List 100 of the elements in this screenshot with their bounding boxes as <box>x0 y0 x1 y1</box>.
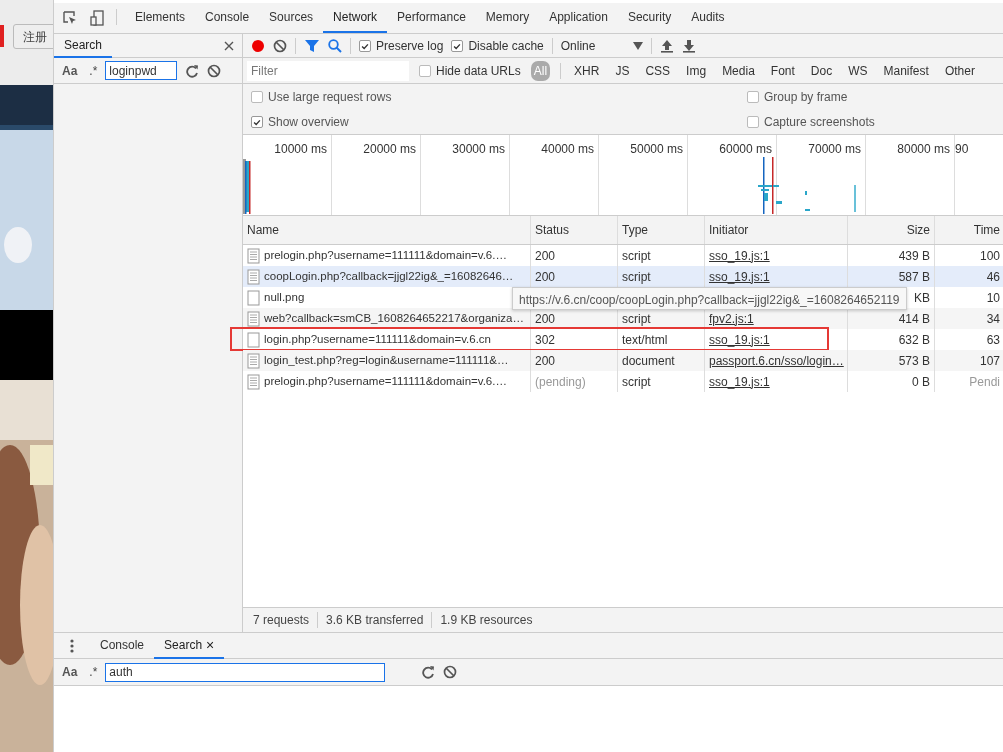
panel-tab[interactable]: Console <box>195 3 260 33</box>
type-filter[interactable]: CSS <box>642 60 674 81</box>
type-filter[interactable]: Font <box>767 60 798 81</box>
type-filter[interactable]: Img <box>683 60 710 81</box>
search-icon[interactable] <box>328 38 342 53</box>
column-header[interactable]: Name <box>243 216 531 244</box>
tab-close-button[interactable]: × <box>206 631 215 659</box>
summary-text: 1.9 KB resources <box>440 612 533 629</box>
throttling-value: Online <box>560 37 596 55</box>
filter-icon[interactable] <box>304 38 320 53</box>
checkbox[interactable] <box>251 115 263 128</box>
request-type: script <box>622 373 651 391</box>
brand-marker <box>0 25 4 47</box>
panel-tab[interactable]: Performance <box>387 3 476 33</box>
initiator-link[interactable]: sso_19.js:1 <box>709 246 770 265</box>
request-size: 0 B <box>912 373 930 391</box>
file-icon <box>247 289 260 306</box>
initiator-link[interactable]: fpv2.js:1 <box>709 309 754 328</box>
summary-text: 7 requests <box>253 612 310 629</box>
panel-tab[interactable]: Memory <box>475 3 540 33</box>
clear-icon[interactable] <box>273 38 287 53</box>
checkbox[interactable] <box>359 39 371 52</box>
checkbox[interactable] <box>747 115 759 128</box>
request-name[interactable]: web?callback=smCB_1608264652217&organiza… <box>264 309 524 328</box>
url-tooltip: https://v.6.cn/coop/coopLogin.php?callback=jjgl22ig&_=1608264652119 <box>512 287 907 310</box>
initiator-link[interactable]: sso_19.js:1 <box>709 330 770 349</box>
request-time: 34 <box>986 310 1000 328</box>
initiator-link[interactable]: sso_19.js:1 <box>709 372 770 391</box>
request-time: 10 <box>986 289 1000 307</box>
request-status: (pending) <box>535 373 586 391</box>
type-filter[interactable]: XHR <box>571 60 603 81</box>
request-name[interactable]: login.php?username=111111&domain=v.6.cn <box>264 330 491 349</box>
panel-tab[interactable]: Security <box>617 3 682 33</box>
search-input[interactable]: loginpwd <box>105 61 178 80</box>
refresh-icon[interactable] <box>185 63 200 78</box>
panel-tab[interactable]: Application <box>539 3 618 33</box>
request-name[interactable]: prelogin.php?username=111111&domain=v.6.… <box>264 246 507 265</box>
request-size: KB <box>914 289 930 307</box>
panel-tab[interactable]: Elements <box>125 3 196 33</box>
request-name[interactable]: login_test.php?reg=login&username=111111&… <box>264 351 509 370</box>
record-icon[interactable] <box>251 38 265 53</box>
checkbox-label: Capture screenshots <box>764 113 875 131</box>
column-header[interactable]: Status <box>531 216 618 244</box>
column-header[interactable]: Time <box>935 216 1003 244</box>
match-case-toggle[interactable]: Aa <box>62 663 78 681</box>
checkbox-label: Disable cache <box>468 37 544 55</box>
request-name[interactable]: prelogin.php?username=111111&domain=v.6.… <box>264 372 507 391</box>
tab-label[interactable]: Search <box>164 631 203 659</box>
type-filter[interactable]: Other <box>941 60 978 81</box>
request-time: 107 <box>979 352 1000 370</box>
type-filter[interactable]: JS <box>612 60 633 81</box>
regex-toggle[interactable]: .* <box>89 61 98 80</box>
upload-icon[interactable] <box>659 38 674 53</box>
type-filter[interactable]: WS <box>845 60 871 81</box>
initiator-link[interactable]: passport.6.cn/sso/login… <box>709 351 844 370</box>
panel-tab[interactable]: Sources <box>259 3 324 33</box>
request-status: 200 <box>535 268 556 286</box>
refresh-icon[interactable] <box>421 665 436 679</box>
column-header[interactable]: Initiator <box>705 216 848 244</box>
clear-icon[interactable] <box>443 665 458 679</box>
request-type: script <box>622 268 651 286</box>
checkbox-label: Show overview <box>268 113 349 131</box>
type-filter[interactable]: Manifest <box>880 60 932 81</box>
search-input[interactable]: auth <box>105 662 386 682</box>
checkbox[interactable] <box>251 90 263 103</box>
checkbox-label: Preserve log <box>376 37 444 55</box>
checkbox[interactable] <box>747 90 759 103</box>
clear-icon[interactable] <box>207 63 222 78</box>
time-tick-label: 80000 ms <box>866 135 955 215</box>
register-button[interactable]: 注册 <box>13 24 53 49</box>
type-filter[interactable]: Media <box>719 60 758 81</box>
checkbox[interactable] <box>451 39 464 52</box>
request-name[interactable]: coopLogin.php?callback=jjgl22ig&_=16082646… <box>264 267 514 286</box>
request-type: document <box>622 352 675 370</box>
download-icon[interactable] <box>681 38 696 53</box>
time-tick-label: 40000 ms <box>510 135 599 215</box>
file-icon <box>247 373 260 390</box>
initiator-link[interactable]: sso_19.js:1 <box>709 267 770 286</box>
search-tab[interactable]: Search <box>54 34 113 58</box>
file-icon <box>247 268 260 285</box>
type-filter[interactable]: Doc <box>807 60 836 81</box>
request-size: 587 B <box>898 268 930 286</box>
drawer-tab[interactable]: Console <box>90 633 155 659</box>
regex-toggle[interactable]: .* <box>89 663 98 681</box>
time-tick-label: 60000 ms <box>688 135 777 215</box>
throttling-dropdown[interactable]: Online <box>560 36 643 55</box>
time-tick-label: 30000 ms <box>421 135 510 215</box>
column-header[interactable]: Size <box>848 216 935 244</box>
match-case-toggle[interactable]: Aa <box>62 61 78 80</box>
filter-input[interactable]: Filter <box>247 60 409 81</box>
summary-text: 3.6 KB transferred <box>326 612 424 629</box>
request-status: 200 <box>535 310 556 328</box>
request-size: 632 B <box>898 331 930 349</box>
request-type: text/html <box>622 331 668 349</box>
checkbox[interactable] <box>419 64 431 77</box>
time-tick-label: 50000 ms <box>599 135 688 215</box>
column-header[interactable]: Type <box>618 216 705 244</box>
panel-tab[interactable]: Audits <box>681 3 735 33</box>
request-name[interactable]: null.png <box>264 288 305 307</box>
time-tick-label: 70000 ms <box>777 135 866 215</box>
